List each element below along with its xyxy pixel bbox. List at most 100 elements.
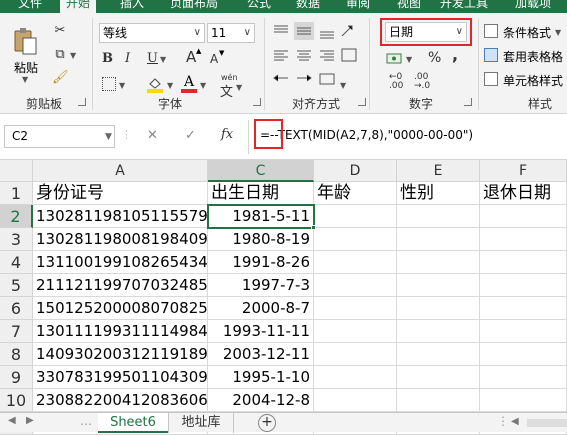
copy-icon[interactable]: ⧉ (52, 47, 68, 63)
sheet-overflow-icon[interactable]: … (80, 414, 92, 428)
conditional-format-button[interactable]: 条件格式 (503, 24, 551, 41)
phonetic-icon[interactable]: 文 (220, 81, 233, 100)
table-cell[interactable] (480, 389, 567, 412)
formula-input[interactable]: =--TEXT(MID(A2,7,8),"0000-00-00") (260, 128, 473, 142)
table-cell[interactable]: 1995-1-10 (208, 366, 314, 389)
align-right-button[interactable] (320, 49, 338, 67)
tab-review[interactable]: 审阅 (346, 0, 370, 13)
comma-style-button[interactable]: , (452, 47, 458, 63)
align-bottom-button[interactable] (320, 22, 338, 40)
insert-function-button[interactable]: fx (221, 127, 233, 142)
row-header[interactable]: 4 (0, 251, 33, 274)
currency-dropdown-icon[interactable]: ▼ (406, 55, 412, 64)
table-cell[interactable] (397, 297, 480, 320)
header-cell[interactable]: 出生日期 (208, 182, 314, 205)
table-cell[interactable] (397, 251, 480, 274)
chevron-down-icon[interactable]: ∨ (244, 24, 251, 42)
column-header-a[interactable]: A (33, 160, 208, 182)
scroll-overflow-icon[interactable]: ⋮ (497, 414, 509, 428)
table-cell[interactable] (480, 343, 567, 366)
table-cell[interactable] (314, 274, 397, 297)
table-cell[interactable] (314, 343, 397, 366)
align-top-button[interactable] (272, 22, 290, 40)
cell-styles-button[interactable]: 单元格样式 (503, 72, 563, 89)
italic-button[interactable]: I (125, 51, 130, 67)
font-color-dropdown-icon[interactable]: ▼ (200, 81, 206, 90)
align-middle-button[interactable] (294, 22, 314, 40)
tab-page-layout[interactable]: 页面布局 (170, 0, 218, 13)
merge-center-button[interactable] (320, 73, 338, 91)
table-cell[interactable] (314, 251, 397, 274)
tab-insert[interactable]: 插入 (120, 0, 144, 13)
align-left-button[interactable] (272, 49, 290, 67)
header-cell[interactable]: 性别 (397, 182, 480, 205)
column-header-f[interactable]: F (480, 160, 567, 182)
name-box-dropdown-icon[interactable]: ▼ (105, 132, 112, 142)
column-header-e[interactable]: E (397, 160, 480, 182)
table-cell[interactable] (480, 251, 567, 274)
table-cell[interactable]: 2004-12-8 (208, 389, 314, 412)
copy-dropdown-icon[interactable]: ▼ (70, 51, 76, 60)
bold-button[interactable]: B (102, 51, 113, 67)
font-size-combo[interactable]: 11 ∨ (207, 23, 255, 43)
increase-decimal-button[interactable]: ←0.00 (389, 73, 403, 91)
table-cell[interactable]: 1993-11-11 (208, 320, 314, 343)
table-cell[interactable]: 1980-8-19 (208, 228, 314, 251)
table-cell[interactable] (397, 228, 480, 251)
table-cell[interactable]: 131100199108265434 (33, 251, 208, 274)
font-name-combo[interactable]: 等线 ∨ (99, 23, 205, 43)
table-cell[interactable]: 130111199311114984 (33, 320, 208, 343)
tab-addins[interactable]: 加载项 (515, 0, 551, 13)
table-cell[interactable] (480, 228, 567, 251)
tab-home[interactable]: 开始 (60, 0, 97, 13)
table-cell[interactable] (314, 228, 397, 251)
table-cell[interactable]: 130281198105115579 (33, 205, 208, 228)
row-header[interactable]: 6 (0, 297, 33, 320)
table-cell[interactable] (397, 343, 480, 366)
table-cell[interactable] (397, 274, 480, 297)
row-header[interactable]: 10 (0, 389, 33, 412)
table-cell[interactable] (397, 320, 480, 343)
tab-data[interactable]: 数据 (296, 0, 320, 13)
tab-developer[interactable]: 开发工具 (440, 0, 488, 13)
table-cell[interactable] (397, 389, 480, 412)
fill-handle[interactable] (311, 225, 316, 230)
row-header[interactable]: 5 (0, 274, 33, 297)
underline-dropdown-icon[interactable]: ▼ (160, 55, 166, 64)
prev-sheet-icon[interactable]: ◀ (8, 415, 16, 426)
font-color-icon[interactable]: A (181, 74, 197, 94)
table-cell[interactable]: 230882200412083606 (33, 389, 208, 412)
merge-dropdown-icon[interactable]: ▼ (340, 81, 346, 90)
enter-button[interactable]: ✓ (185, 128, 196, 143)
tab-view[interactable]: 视图 (397, 0, 421, 13)
clipboard-dialog-launcher-icon[interactable] (78, 98, 86, 106)
row-header[interactable]: 2 (0, 205, 33, 228)
table-cell[interactable] (314, 297, 397, 320)
conditional-dropdown-icon[interactable]: ▼ (555, 28, 561, 37)
select-all-button[interactable] (0, 160, 33, 182)
table-cell[interactable]: 2003-12-11 (208, 343, 314, 366)
sheet-tab-sheet6[interactable]: Sheet6 (98, 413, 168, 433)
table-cell[interactable]: 1997-7-3 (208, 274, 314, 297)
cancel-button[interactable]: ✕ (147, 128, 158, 143)
percent-button[interactable]: % (428, 50, 441, 66)
format-as-table-button[interactable]: 套用表格格 (503, 48, 563, 65)
scroll-left-icon[interactable]: ◀ (511, 416, 519, 427)
table-cell[interactable]: 2000-8-7 (208, 297, 314, 320)
row-header[interactable]: 7 (0, 320, 33, 343)
decrease-decimal-button[interactable]: .00 →.0 (414, 73, 430, 91)
table-cell[interactable]: 130281198008198409 (33, 228, 208, 251)
table-cell[interactable] (480, 297, 567, 320)
tab-formulas[interactable]: 公式 (247, 0, 271, 13)
table-cell[interactable] (314, 320, 397, 343)
sheet-tab-address-lib[interactable]: 地址库 (168, 413, 234, 433)
wrap-text-button[interactable] (342, 49, 360, 67)
table-cell[interactable]: 211121199707032485 (33, 274, 208, 297)
row-header[interactable]: 8 (0, 343, 33, 366)
border-dropdown-icon[interactable]: ▼ (119, 81, 125, 90)
table-cell[interactable] (314, 205, 397, 228)
align-center-button[interactable] (294, 49, 314, 67)
next-sheet-icon[interactable]: ▶ (26, 415, 34, 426)
font-dialog-launcher-icon[interactable] (253, 98, 261, 106)
number-dialog-launcher-icon[interactable] (464, 98, 472, 106)
